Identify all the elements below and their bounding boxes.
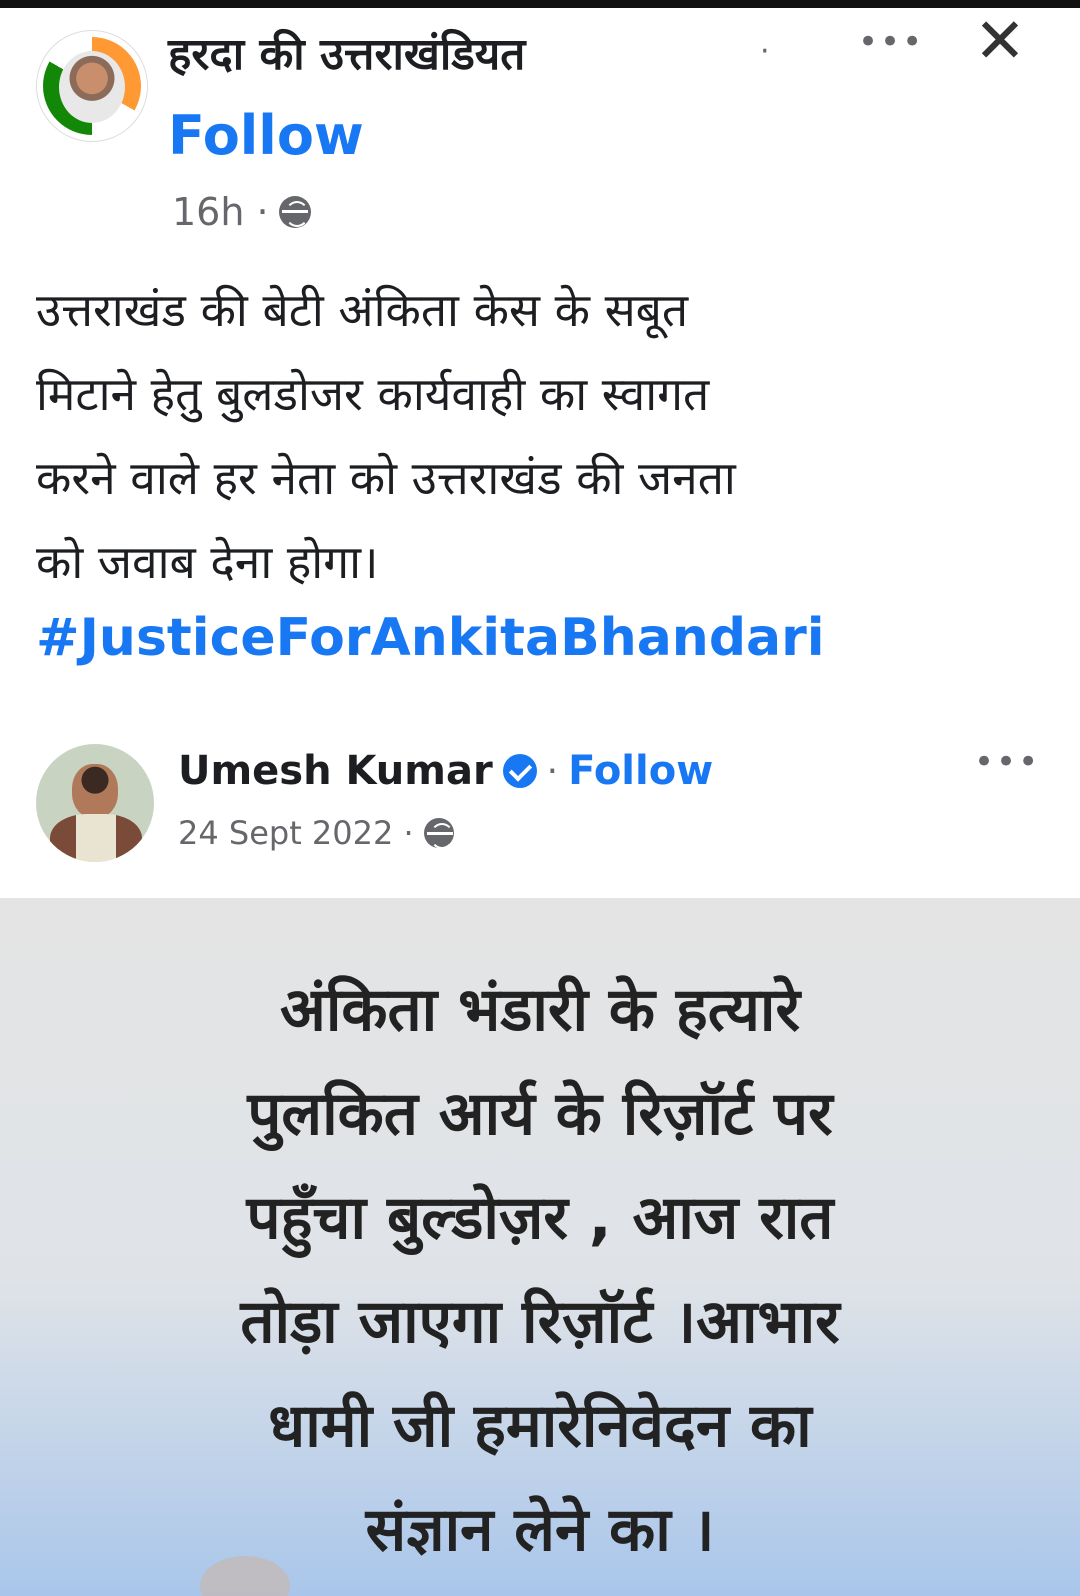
image-text-line: अंकिता भंडारी के हत्यारे bbox=[280, 975, 800, 1045]
author-separator: · bbox=[546, 750, 559, 792]
post-text-line: उत्तराखंड की बेटी अंकिता केस के सबूत bbox=[36, 283, 689, 337]
avatar-head bbox=[72, 764, 118, 818]
more-options-icon[interactable]: ••• bbox=[858, 22, 924, 62]
post-meta: 16h · bbox=[172, 190, 311, 234]
verified-badge-icon bbox=[502, 754, 537, 788]
post-time: 16h · bbox=[172, 190, 269, 234]
shared-author-avatar[interactable] bbox=[36, 744, 154, 862]
shared-author-row: Umesh Kumar · Follow bbox=[178, 748, 713, 794]
globe-icon bbox=[278, 196, 311, 228]
page-name[interactable]: हरदा की उत्तराखंडियत bbox=[168, 22, 525, 82]
name-separator: · bbox=[760, 34, 770, 69]
shared-image-card[interactable]: अंकिता भंडारी के हत्यारे पुलकित आर्य के … bbox=[0, 898, 1080, 1596]
image-text-line: पुलकित आर्य के रिज़ॉर्ट पर bbox=[247, 1079, 833, 1149]
image-text: अंकिता भंडारी के हत्यारे पुलकित आर्य के … bbox=[20, 958, 1060, 1582]
status-strip bbox=[0, 0, 1080, 8]
image-text-line: पहुँचा बुल्डोज़र , आज रात bbox=[246, 1183, 834, 1253]
image-text-line: संज्ञान लेने का । bbox=[365, 1495, 715, 1565]
post-text: उत्तराखंड की बेटी अंकिता केस के सबूत मिट… bbox=[36, 268, 1046, 604]
shared-author-name[interactable]: Umesh Kumar bbox=[178, 748, 493, 794]
hashtag-link[interactable]: #JusticeForAnkitaBhandari bbox=[36, 608, 825, 668]
post-text-line: करने वाले हर नेता को उत्तराखंड की जनता bbox=[36, 451, 736, 505]
avatar-body bbox=[50, 814, 142, 862]
shared-post-date: 24 Sept 2022 · bbox=[178, 814, 414, 852]
page-avatar[interactable] bbox=[36, 30, 148, 142]
globe-icon bbox=[423, 818, 454, 849]
shared-post-meta: 24 Sept 2022 · bbox=[178, 814, 454, 852]
close-icon[interactable]: ✕ bbox=[974, 10, 1026, 72]
image-text-line: धामी जी हमारेनिवेदन का bbox=[268, 1391, 812, 1461]
shared-follow-button[interactable]: Follow bbox=[568, 748, 713, 794]
follow-button[interactable]: Follow bbox=[168, 104, 364, 167]
shared-more-options-icon[interactable]: ••• bbox=[974, 742, 1040, 782]
image-text-line: तोड़ा जाएगा रिज़ॉर्ट ।आभार bbox=[240, 1287, 840, 1357]
post-text-line: मिटाने हेतु बुलडोजर कार्यवाही का स्वागत bbox=[36, 367, 710, 421]
avatar-photo bbox=[59, 51, 125, 123]
post-text-line: को जवाब देना होगा। bbox=[36, 535, 379, 589]
